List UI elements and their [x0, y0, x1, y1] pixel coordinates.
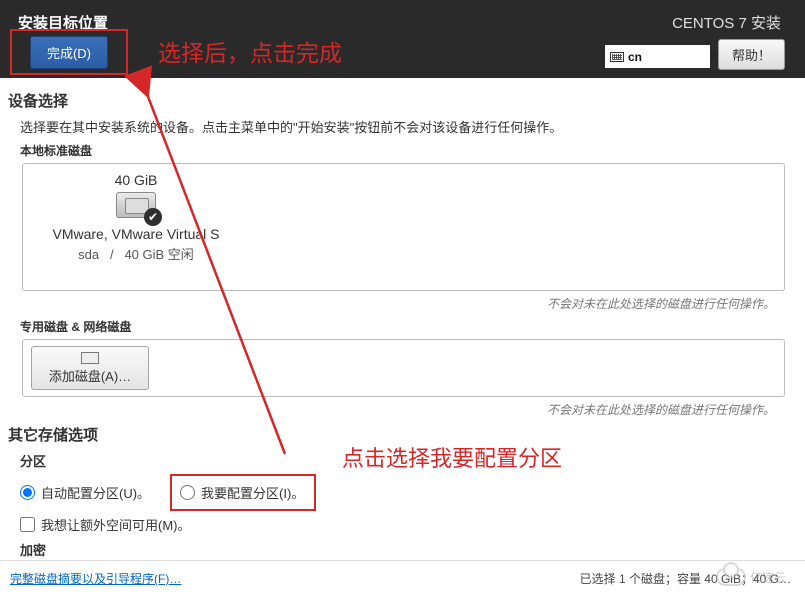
add-disk-button[interactable]: 添加磁盘(A)… [31, 346, 149, 390]
installer-header: 安装目标位置 CENTOS 7 安装 完成(D) 选择后，点击完成 cn 帮助！ [0, 0, 805, 78]
annotation-partition-tip: 点击选择我要配置分区 [342, 441, 562, 473]
special-note: 不会对未在此处选择的磁盘进行任何操作。 [8, 401, 775, 418]
disk-summary-link[interactable]: 完整磁盘摘要以及引导程序(F)… [10, 570, 181, 587]
radio-auto-input[interactable] [20, 485, 35, 500]
annotation-done-box: 完成(D) [10, 29, 128, 75]
disk-name: VMware, VMware Virtual S [31, 226, 241, 242]
keyboard-layout-code: cn [628, 50, 642, 64]
annotation-done-tip: 选择后，点击完成 [158, 34, 342, 68]
disk-icon: ✔ [116, 192, 156, 220]
add-disk-label: 添加磁盘(A)… [49, 366, 131, 385]
main-content: 设备选择 选择要在其中安装系统的设备。点击主菜单中的"开始安装"按钮前不会对该设… [0, 78, 805, 559]
encrypt-heading: 加密 [20, 540, 797, 559]
radio-manual-input[interactable] [180, 485, 195, 500]
radio-manual-label: 我要配置分区(I)。 [201, 483, 304, 502]
disk-item[interactable]: 40 GiB ✔ VMware, VMware Virtual S sda / … [31, 172, 241, 263]
checkbox-extra-space-label: 我想让额外空间可用(M)。 [41, 515, 191, 534]
keyboard-icon [610, 52, 624, 62]
done-button[interactable]: 完成(D) [30, 36, 108, 69]
device-section-title: 设备选择 [8, 90, 797, 111]
checkbox-extra-space[interactable]: 我想让额外空间可用(M)。 [20, 515, 191, 534]
keyboard-layout-indicator[interactable]: cn [605, 45, 710, 68]
device-instruction: 选择要在其中安装系统的设备。点击主菜单中的"开始安装"按钮前不会对该设备进行任何… [20, 117, 797, 136]
checkbox-extra-space-input[interactable] [20, 517, 35, 532]
disk-subinfo: sda / 40 GiB 空闲 [31, 244, 241, 263]
check-icon: ✔ [144, 208, 162, 226]
radio-auto-partition[interactable]: 自动配置分区(U)。 [20, 483, 150, 502]
selection-status: 已选择 1 个磁盘；容量 40 GiB；40 G… [580, 570, 791, 587]
local-disks-panel: 40 GiB ✔ VMware, VMware Virtual S sda / … [22, 163, 785, 291]
help-button[interactable]: 帮助！ [718, 39, 785, 70]
radio-auto-label: 自动配置分区(U)。 [41, 483, 150, 502]
local-disks-heading: 本地标准磁盘 [20, 142, 797, 159]
footer-bar: 完整磁盘摘要以及引导程序(F)… 已选择 1 个磁盘；容量 40 GiB；40 … [0, 560, 805, 596]
local-note: 不会对未在此处选择的磁盘进行任何操作。 [8, 295, 775, 312]
special-disks-panel: 添加磁盘(A)… [22, 339, 785, 397]
special-disks-heading: 专用磁盘 & 网络磁盘 [20, 318, 797, 335]
disk-size: 40 GiB [31, 172, 241, 188]
add-disk-icon [81, 352, 99, 364]
installer-name: CENTOS 7 安装 [672, 12, 781, 33]
radio-manual-partition[interactable]: 我要配置分区(I)。 [170, 474, 316, 511]
